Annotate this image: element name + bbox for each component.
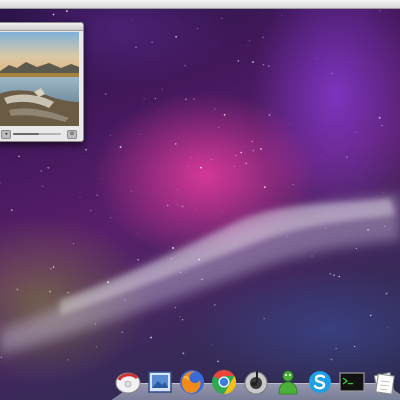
settings-icon[interactable]: ⚙ — [67, 130, 77, 139]
firefox-icon[interactable] — [178, 368, 206, 396]
progress-fill — [13, 133, 40, 135]
lake-landscape-photo — [0, 32, 79, 126]
image-preview-window[interactable]: ◂ ⚙ — [0, 22, 84, 142]
window-titlebar[interactable] — [0, 23, 83, 31]
menu-bar[interactable] — [0, 0, 400, 9]
audio-player-icon[interactable] — [242, 368, 270, 396]
skype-icon[interactable] — [306, 368, 334, 396]
chat-buddy-icon[interactable] — [274, 368, 302, 396]
desktop: ◂ ⚙ — [0, 0, 400, 400]
playback-controls: ◂ ⚙ — [0, 127, 83, 141]
documents-icon[interactable] — [370, 368, 398, 396]
terminal-icon[interactable] — [338, 368, 366, 396]
dock — [114, 368, 400, 398]
chrome-icon[interactable] — [210, 368, 238, 396]
progress-slider[interactable] — [13, 133, 61, 135]
photo-viewer-icon[interactable] — [146, 368, 174, 396]
messenger-icon[interactable] — [114, 368, 142, 396]
previous-icon[interactable]: ◂ — [1, 130, 11, 139]
